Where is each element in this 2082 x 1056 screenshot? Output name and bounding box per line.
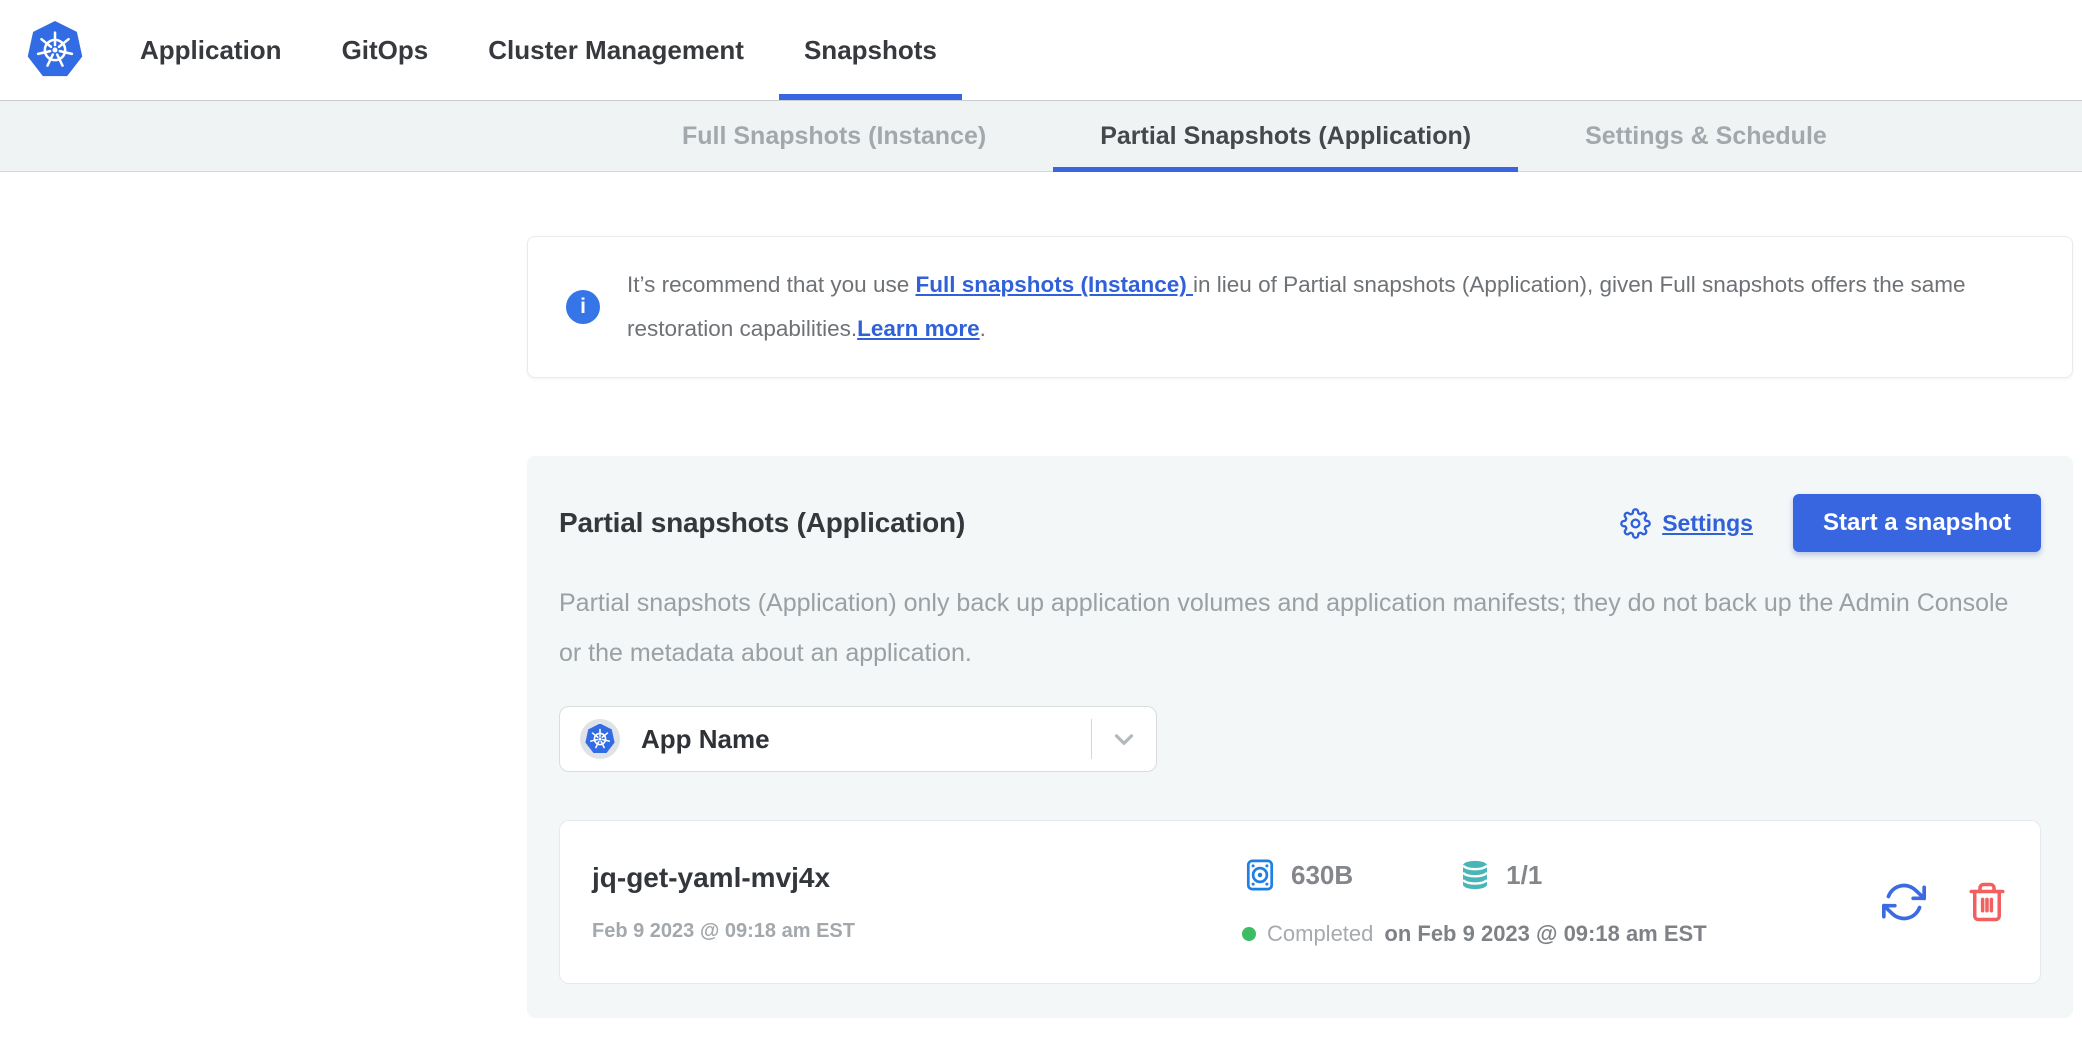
snapshot-stats: 630B 1/1 [1242,857,1882,893]
helm-wheel-icon [35,30,75,70]
snapshot-actions [1882,880,2008,924]
full-snapshots-link[interactable]: Full snapshots (Instance) [915,272,1193,297]
snapshot-volumes-stat: 1/1 [1457,857,1542,893]
panel-description: Partial snapshots (Application) only bac… [559,578,2029,678]
volumes-icon [1457,857,1493,893]
delete-snapshot-button[interactable] [1966,881,2008,923]
settings-link[interactable]: Settings [1620,508,1753,539]
kubernetes-heptagon-small [585,724,615,755]
status-dot-icon [1242,927,1256,941]
snapshot-volume-count: 1/1 [1506,860,1542,891]
info-banner: It’s recommend that you use Full snapsho… [527,236,2073,378]
app-icon [580,719,620,759]
nav-item-application[interactable]: Application [110,0,312,100]
settings-link-label: Settings [1662,510,1753,537]
app-select-value: App Name [641,724,770,755]
status-badge: Completed [1267,921,1373,947]
snapshot-main-info: jq-get-yaml-mvj4x Feb 9 2023 @ 09:18 am … [592,862,1242,943]
restore-icon [1882,880,1926,924]
snapshot-details: 630B 1/1 Completed o [1242,857,1882,947]
status-finished-time: on Feb 9 2023 @ 09:18 am EST [1384,921,1706,947]
snapshot-status-line: Completed on Feb 9 2023 @ 09:18 am EST [1242,921,1882,947]
panel-header: Partial snapshots (Application) Settings… [559,494,2041,552]
snapshot-row: jq-get-yaml-mvj4x Feb 9 2023 @ 09:18 am … [559,820,2041,984]
tab-partial-snapshots[interactable]: Partial Snapshots (Application) [1043,101,1528,171]
snapshot-size-stat: 630B [1242,857,1353,893]
tab-settings-schedule[interactable]: Settings & Schedule [1528,101,1884,171]
snapshot-size: 630B [1291,860,1353,891]
kubernetes-logo-icon[interactable] [26,20,84,80]
kubernetes-heptagon [27,21,83,79]
gear-icon [1620,508,1651,539]
page-title: Partial snapshots (Application) [559,507,965,539]
top-navigation: Application GitOps Cluster Management Sn… [0,0,2082,100]
start-snapshot-button[interactable]: Start a snapshot [1793,494,2041,552]
banner-text-after: . [980,316,986,341]
restore-snapshot-button[interactable] [1882,880,1926,924]
partial-snapshots-panel: Partial snapshots (Application) Settings… [527,456,2073,1018]
info-banner-text: It’s recommend that you use Full snapsho… [627,263,2034,351]
panel-header-actions: Settings Start a snapshot [1620,494,2041,552]
chevron-down-icon [1109,724,1139,754]
disk-size-icon [1242,857,1278,893]
nav-item-gitops[interactable]: GitOps [312,0,459,100]
learn-more-link[interactable]: Learn more [857,316,980,341]
select-chevron-box [1092,724,1156,754]
select-right [1091,707,1156,771]
banner-text-before: It’s recommend that you use [627,272,915,297]
snapshots-tab-bar: Full Snapshots (Instance) Partial Snapsh… [0,100,2082,172]
snapshot-name: jq-get-yaml-mvj4x [592,862,1242,894]
delete-icon [1966,881,2008,923]
snapshot-created-date: Feb 9 2023 @ 09:18 am EST [592,920,1242,943]
info-icon [566,290,600,324]
tab-full-snapshots[interactable]: Full Snapshots (Instance) [625,101,1043,171]
main-nav: Application GitOps Cluster Management Sn… [110,0,967,100]
page-content: It’s recommend that you use Full snapsho… [0,236,2082,1018]
app-name-select[interactable]: App Name [559,706,1157,772]
nav-item-snapshots[interactable]: Snapshots [774,0,967,100]
helm-wheel-icon [589,728,611,750]
nav-item-cluster-management[interactable]: Cluster Management [458,0,774,100]
